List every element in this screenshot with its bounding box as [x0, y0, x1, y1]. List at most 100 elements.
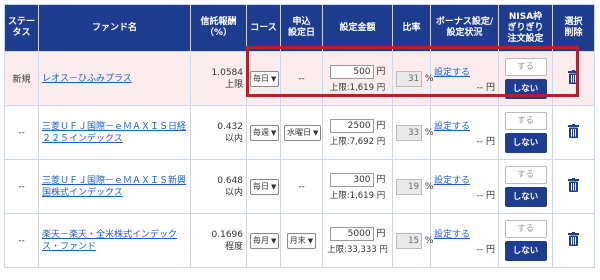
- amount-unit: 円: [376, 67, 386, 77]
- nisa-suru-button[interactable]: する: [504, 166, 547, 184]
- header-apply-date: 申込 設定日: [280, 4, 323, 52]
- amount-cell: 500 円上限:1,619 円: [322, 51, 393, 106]
- fee-cell: 0.432 以内: [190, 105, 247, 160]
- amount-limit: 上限:1,619 円: [329, 191, 386, 201]
- amount-input[interactable]: 5000: [329, 227, 374, 241]
- amount-cell: 5000 円上限:33,333 円: [322, 213, 393, 268]
- header-course: コース: [246, 4, 281, 52]
- fee-value: 0.648: [217, 175, 243, 186]
- course-select[interactable]: 毎月 ▼: [250, 232, 280, 249]
- fund-name-link[interactable]: 三菱ＵＦＪ国際－ｅＭＡＸＩＳ新興国株式インデックス: [42, 175, 187, 199]
- trash-icon[interactable]: [568, 232, 579, 249]
- bonus-cell: 設定する -- 円: [430, 105, 499, 160]
- fee-note: 上限: [224, 79, 243, 90]
- ratio-cell: 19 %: [392, 159, 433, 214]
- delete-cell: [552, 51, 595, 106]
- nisa-cell: する しない: [498, 159, 553, 214]
- course-cell: 毎週 ▼: [246, 105, 281, 160]
- bonus-status: -- 円: [476, 82, 495, 93]
- ratio-cell: 31 %: [392, 51, 434, 106]
- status-cell: 新規: [4, 51, 39, 106]
- nisa-cell: する しない: [498, 51, 553, 106]
- nisa-shinai-button[interactable]: しない: [504, 79, 547, 99]
- header-ratio: 比率: [392, 4, 431, 52]
- amount-limit: 上限:7,692 円: [329, 137, 386, 147]
- bonus-setting-link[interactable]: 設定する: [434, 173, 495, 186]
- amount-input[interactable]: 2500: [329, 119, 374, 133]
- table-row: -- 三菱ＵＦＪ国際－ｅＭＡＸＩＳ新興国株式インデックス 0.648 以内 毎日 ▼…: [4, 159, 595, 214]
- ratio-cell: 33 %: [392, 105, 434, 160]
- apply-date-cell: 月末 ▼: [280, 213, 323, 268]
- bonus-cell: 設定する -- 円: [430, 213, 499, 268]
- course-select[interactable]: 毎週 ▼: [250, 124, 280, 141]
- nisa-shinai-button[interactable]: しない: [504, 241, 547, 261]
- nisa-suru-button[interactable]: する: [504, 58, 547, 76]
- bonus-setting-link[interactable]: 設定する: [434, 65, 495, 78]
- fund-order-screen: ステータス ファンド名 信託報酬 （%） コース 申込 設定日 設定金額 比率 …: [0, 0, 600, 280]
- amount-limit: 上限:33,333 円: [327, 245, 388, 255]
- ratio-unit: %: [424, 73, 434, 84]
- header-fee: 信託報酬 （%）: [190, 4, 247, 52]
- fund-name-cell: 三菱ＵＦＪ国際－ｅＭＡＸＩＳ新興国株式インデックス: [38, 159, 191, 214]
- bonus-status: -- 円: [476, 190, 495, 201]
- nisa-suru-button[interactable]: する: [504, 112, 547, 130]
- fund-name-cell: レオス－ひふみプラス: [38, 51, 191, 106]
- status-cell: --: [4, 105, 39, 160]
- fee-cell: 0.1696 程度: [190, 213, 247, 268]
- course-cell: 毎月 ▼: [246, 213, 281, 268]
- apply-date-cell: --: [280, 159, 323, 214]
- nisa-shinai-button[interactable]: しない: [504, 187, 547, 207]
- trash-icon[interactable]: [568, 124, 579, 141]
- ratio-unit: %: [424, 127, 434, 138]
- table-row: -- 三菱ＵＦＪ国際－ｅＭＡＸＩＳ日経２２５インデックス 0.432 以内 毎週 ▼…: [4, 105, 595, 160]
- date-select[interactable]: 水曜日 ▼: [284, 124, 322, 141]
- course-select[interactable]: 毎日 ▼: [250, 70, 280, 87]
- fee-note: 以内: [224, 133, 243, 144]
- course-cell: 毎日 ▼: [246, 51, 281, 106]
- trash-icon[interactable]: [568, 178, 579, 195]
- course-select[interactable]: 毎日 ▼: [250, 178, 280, 195]
- fee-value: 0.432: [217, 121, 243, 132]
- ratio-value: 33: [396, 124, 422, 141]
- course-select-value: 毎月: [253, 235, 269, 245]
- amount-cell: 2500 円上限:7,692 円: [322, 105, 393, 160]
- bonus-setting-link[interactable]: 設定する: [434, 119, 495, 132]
- amount-input[interactable]: 500: [329, 65, 374, 79]
- chevron-down-icon: ▼: [307, 236, 314, 245]
- amount-cell: 300 円上限:1,619 円: [322, 159, 393, 214]
- fund-order-table: ステータス ファンド名 信託報酬 （%） コース 申込 設定日 設定金額 比率 …: [4, 4, 595, 268]
- amount-input[interactable]: 300: [329, 173, 374, 187]
- chevron-down-icon: ▼: [271, 182, 277, 191]
- trash-icon[interactable]: [568, 70, 579, 87]
- header-bonus: ボーナス設定/ 設定状況: [430, 4, 499, 52]
- fee-cell: 1.0584 上限: [190, 51, 247, 106]
- ratio-value: 31: [396, 70, 422, 87]
- table-header-row: ステータス ファンド名 信託報酬 （%） コース 申込 設定日 設定金額 比率 …: [4, 4, 595, 52]
- ratio-value: 19: [396, 178, 422, 195]
- nisa-cell: する しない: [498, 105, 553, 160]
- date-select[interactable]: 月末 ▼: [286, 232, 317, 249]
- nisa-suru-button[interactable]: する: [504, 220, 547, 238]
- status-cell: --: [4, 159, 39, 214]
- table-row: -- 楽天－楽天・全米株式インデックス・ファンド 0.1696 程度 毎月 ▼ 月末…: [4, 213, 595, 268]
- course-select-value: 毎日: [253, 73, 269, 83]
- apply-date-cell: --: [280, 51, 323, 106]
- bonus-setting-link[interactable]: 設定する: [434, 227, 495, 240]
- header-nisa: NISA枠 ぎりぎり 注文設定: [498, 4, 553, 52]
- bonus-status: -- 円: [476, 244, 495, 255]
- fee-value: 0.1696: [211, 229, 244, 240]
- nisa-shinai-button[interactable]: しない: [504, 133, 547, 153]
- status-cell: --: [4, 213, 39, 268]
- amount-unit: 円: [376, 121, 386, 131]
- fee-note: 程度: [224, 241, 243, 252]
- fee-value: 1.0584: [211, 67, 244, 78]
- date-select-value: 月末: [289, 235, 306, 245]
- header-delete: 選択 削除: [552, 4, 595, 52]
- fund-name-cell: 楽天－楽天・全米株式インデックス・ファンド: [38, 213, 191, 268]
- ratio-cell: 15 %: [392, 213, 433, 268]
- course-cell: 毎日 ▼: [246, 159, 281, 214]
- fund-name-link[interactable]: 楽天－楽天・全米株式インデックス・ファンド: [42, 229, 187, 253]
- fund-name-link[interactable]: レオス－ひふみプラス: [42, 73, 187, 85]
- chevron-down-icon: ▼: [313, 128, 319, 137]
- fund-name-link[interactable]: 三菱ＵＦＪ国際－ｅＭＡＸＩＳ日経２２５インデックス: [42, 121, 187, 145]
